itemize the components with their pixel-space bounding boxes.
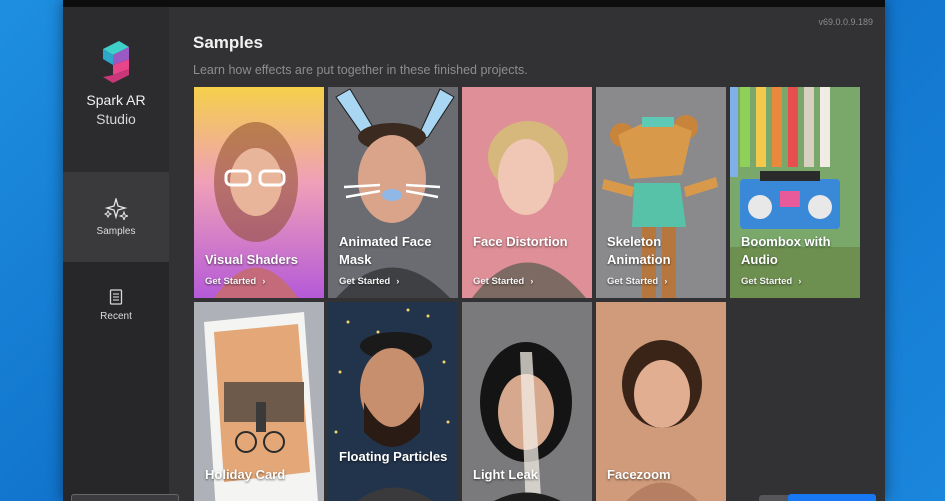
- card-label: Skeleton Animation: [607, 234, 671, 267]
- card-label: Animated Face Mask: [339, 234, 432, 267]
- brand-line1: Spark AR: [86, 92, 146, 108]
- get-started-link[interactable]: Get Started ›: [473, 276, 533, 287]
- get-started-link[interactable]: Get Started ›: [205, 276, 265, 287]
- card-label: Holiday Card: [205, 467, 286, 482]
- document-icon: [109, 289, 123, 305]
- chevron-right-icon: ›: [798, 276, 802, 287]
- chevron-right-icon: ›: [262, 276, 266, 287]
- sample-card-boombox-with-audio[interactable]: Boombox with Audio Get Started ›: [730, 87, 860, 298]
- version-label: v69.0.0.9.189: [818, 17, 873, 27]
- page-subtitle: Learn how effects are put together in th…: [193, 63, 528, 77]
- card-label: Boombox with Audio: [741, 234, 831, 267]
- chevron-right-icon: ›: [664, 276, 668, 287]
- sidebar-item-label: Recent: [100, 311, 132, 322]
- sample-card-visual-shaders[interactable]: Visual Shaders Get Started ›: [194, 87, 324, 298]
- sample-card-animated-face-mask[interactable]: Animated Face Mask Get Started ›: [328, 87, 458, 298]
- sidebar: Spark AR Studio Samples Recent: [63, 7, 169, 501]
- sidebar-item-samples[interactable]: Samples: [63, 172, 169, 262]
- get-started-link[interactable]: Get Started ›: [741, 276, 801, 287]
- floating-particles-thumbnail: [328, 302, 458, 501]
- card-label: Floating Particles: [339, 449, 448, 464]
- sample-card-floating-particles[interactable]: Floating Particles: [328, 302, 458, 501]
- sample-card-light-leak[interactable]: Light Leak: [462, 302, 592, 501]
- get-started-link[interactable]: Get Started ›: [339, 276, 399, 287]
- bottom-left-button[interactable]: [71, 494, 179, 501]
- chevron-right-icon: ›: [530, 276, 534, 287]
- title-bar[interactable]: [63, 0, 885, 7]
- sample-card-holiday-card[interactable]: Holiday Card: [194, 302, 324, 501]
- card-label: Visual Shaders: [205, 252, 298, 267]
- sample-card-face-distortion[interactable]: Face Distortion Get Started ›: [462, 87, 592, 298]
- sidebar-item-label: Samples: [96, 226, 136, 237]
- card-label: Face Distortion: [473, 234, 568, 249]
- app-window: Spark AR Studio Samples Recent v69.0.0.9…: [63, 0, 885, 501]
- spark-ar-logo-icon: [103, 41, 129, 83]
- brand-line2: Studio: [96, 111, 136, 127]
- card-label: Light Leak: [473, 467, 539, 482]
- brand-name: Spark AR Studio: [63, 91, 169, 129]
- get-started-link[interactable]: Get Started ›: [607, 276, 667, 287]
- sparkles-icon: [104, 198, 128, 220]
- sample-card-skeleton-animation[interactable]: Skeleton Animation Get Started ›: [596, 87, 726, 298]
- sample-card-facezoom[interactable]: Facezoom: [596, 302, 726, 501]
- face-distortion-thumbnail: [462, 87, 592, 298]
- sidebar-item-recent[interactable]: Recent: [63, 285, 169, 345]
- primary-button[interactable]: [788, 494, 876, 501]
- card-label: Facezoom: [607, 467, 671, 482]
- logo-block: Spark AR Studio: [63, 7, 169, 172]
- page-title: Samples: [193, 33, 263, 52]
- main-panel: v69.0.0.9.189 Samples Learn how effects …: [169, 7, 885, 501]
- chevron-right-icon: ›: [396, 276, 400, 287]
